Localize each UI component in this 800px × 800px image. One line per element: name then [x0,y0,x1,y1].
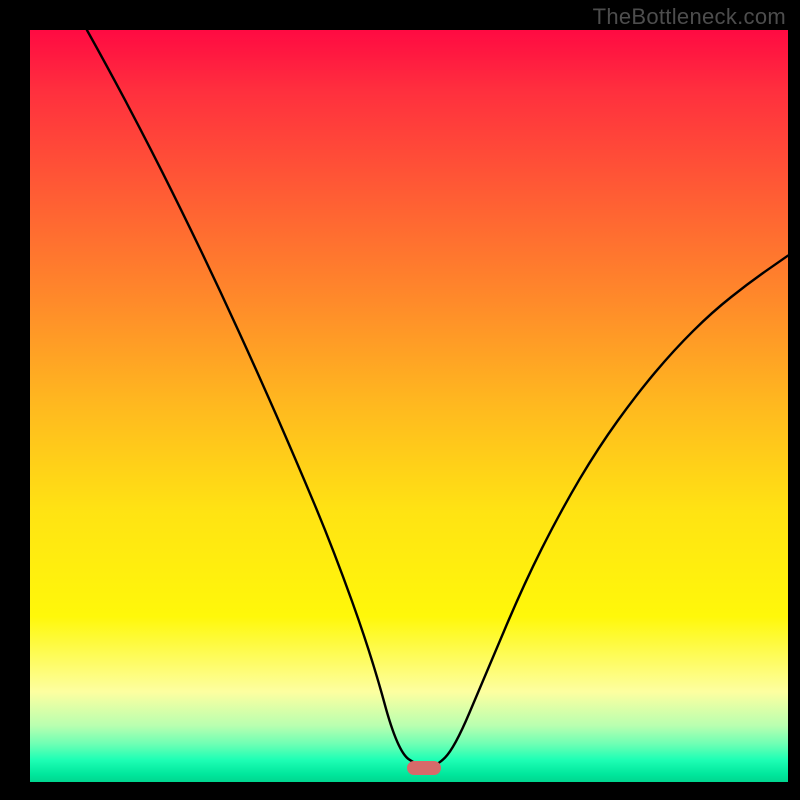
plot-area [30,30,788,782]
bottleneck-curve [30,30,788,782]
chart-frame: TheBottleneck.com [0,0,800,800]
bottleneck-min-marker [407,761,441,775]
watermark-text: TheBottleneck.com [593,4,786,30]
